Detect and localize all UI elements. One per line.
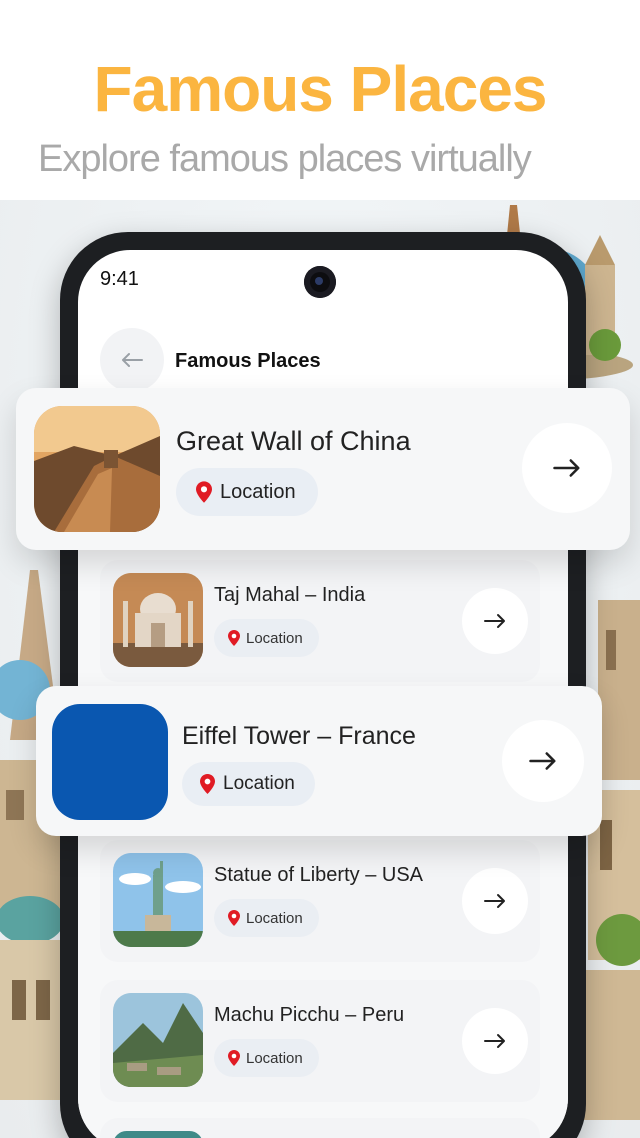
open-place-button[interactable] <box>502 720 584 802</box>
location-chip[interactable]: Location <box>214 899 319 937</box>
arrow-right-icon <box>484 1034 505 1048</box>
location-label: Location <box>246 1049 303 1067</box>
eiffel-tower-image-placeholder <box>52 704 168 820</box>
list-item-partial[interactable] <box>100 1118 540 1138</box>
statue-of-liberty-image <box>113 853 203 947</box>
location-label: Location <box>220 480 296 503</box>
hero-subtitle: Explore famous places virtually <box>38 138 532 180</box>
location-pin-icon <box>196 481 212 503</box>
featured-card-eiffel-tower[interactable]: Eiffel Tower – France Location <box>36 686 602 836</box>
list-item-statue-of-liberty[interactable]: Statue of Liberty – USA Location <box>100 840 540 962</box>
location-label: Location <box>246 629 303 647</box>
open-place-button[interactable] <box>462 588 528 654</box>
location-label: Location <box>223 773 295 794</box>
great-wall-image <box>34 406 160 532</box>
screen-title: Famous Places <box>175 350 321 372</box>
place-title: Taj Mahal – India <box>214 584 366 606</box>
arrow-right-icon <box>484 894 505 908</box>
place-title: Statue of Liberty – USA <box>214 864 424 886</box>
list-item-taj-mahal[interactable]: Taj Mahal – India Location <box>100 560 540 682</box>
location-pin-icon <box>228 910 240 926</box>
location-pin-icon <box>228 1050 240 1066</box>
location-chip[interactable]: Location <box>214 619 319 657</box>
taj-mahal-image <box>113 573 203 667</box>
partial-image <box>113 1131 203 1138</box>
arrow-right-icon <box>529 752 556 770</box>
monuments-right-illustration <box>578 600 640 1120</box>
back-button[interactable] <box>100 328 164 392</box>
hero-title: Famous Places <box>93 53 548 125</box>
location-pin-icon <box>228 630 240 646</box>
arrow-right-icon <box>553 459 580 477</box>
location-chip[interactable]: Location <box>214 1039 319 1077</box>
open-place-button[interactable] <box>462 1008 528 1074</box>
featured-title: Eiffel Tower – France <box>182 722 416 750</box>
list-item-machu-picchu[interactable]: Machu Picchu – Peru Location <box>100 980 540 1102</box>
front-camera <box>304 266 336 298</box>
open-place-button[interactable] <box>522 423 612 513</box>
place-title: Machu Picchu – Peru <box>214 1004 405 1026</box>
location-pin-icon <box>200 774 215 794</box>
open-place-button[interactable] <box>462 868 528 934</box>
location-label: Location <box>246 909 303 927</box>
arrow-right-icon <box>484 614 505 628</box>
location-chip[interactable]: Location <box>176 468 318 516</box>
featured-title: Great Wall of China <box>176 426 411 456</box>
location-chip[interactable]: Location <box>182 762 315 806</box>
status-time: 9:41 <box>100 268 139 290</box>
arrow-left-icon <box>122 353 143 367</box>
featured-card-great-wall[interactable]: Great Wall of China Location <box>16 388 630 550</box>
machu-picchu-image <box>113 993 203 1087</box>
